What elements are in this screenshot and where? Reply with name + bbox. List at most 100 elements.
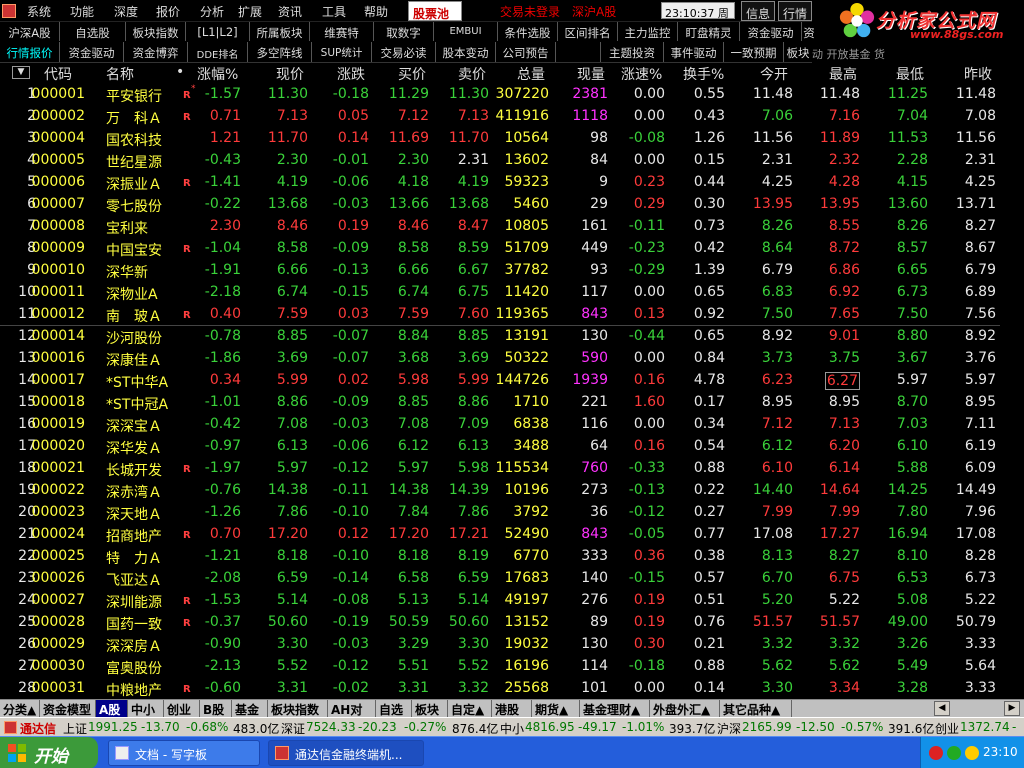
tab-range-rank[interactable]: 区间排名 [558, 22, 618, 41]
tray-volume-icon[interactable] [965, 746, 979, 760]
tab-watchlist[interactable]: 自选股 [60, 22, 126, 41]
stock-pool-tab[interactable]: 股票池22 [408, 1, 462, 36]
menu-help[interactable]: 帮助 [364, 3, 388, 20]
menu-quote[interactable]: 报价 [156, 3, 180, 20]
bottom-tab[interactable]: 自定▲ [448, 700, 492, 717]
col-current-volume[interactable]: 现量 [577, 64, 605, 84]
menu-analysis[interactable]: 分析 [200, 3, 224, 20]
table-row[interactable]: 2万 科Ａ R 000002 0.71 7.13 0.05 7.12 7.13 411916 11… [0, 105, 1024, 127]
tab-quote[interactable]: 行情报价 [0, 42, 60, 62]
table-row[interactable]: 22 特 力Ａ 000025 -1.21 8.18 -0.10 8.18 8.19 6770 33… [0, 545, 1024, 567]
menu-function[interactable]: 功能 [70, 3, 94, 20]
tab-sector-rotation[interactable]: 板块轮 [784, 42, 812, 62]
col-low[interactable]: 最低 [896, 64, 924, 84]
bottom-tab[interactable]: 基金 [232, 700, 268, 717]
bottom-tab[interactable]: 外盘外汇▲ [650, 700, 720, 717]
bottom-tab[interactable]: 基金理财▲ [580, 700, 650, 717]
menu-news[interactable]: 资讯 [278, 3, 302, 20]
table-row[interactable]: 24 深圳能源 R 000027 -1.53 5.14 -0.08 5.13 5.14 49197… [0, 589, 1024, 611]
bottom-tab[interactable]: 分类▲ [0, 700, 40, 717]
tab-fund-game[interactable]: 资金博弈 [124, 42, 188, 62]
col-name[interactable]: 名称 [106, 64, 134, 84]
info-button[interactable]: 信息 [741, 1, 776, 21]
bottom-tab[interactable]: 资金模型▲ [40, 700, 96, 732]
table-row[interactable]: 28 中粮地产 R 000031 -0.60 3.31 -0.02 3.31 3.32 25568… [0, 677, 1024, 699]
table-row[interactable]: 10 深物业A 000011 -2.18 6.74 -0.15 6.74 6.75 11420 1… [0, 281, 1024, 303]
menu-extend[interactable]: 扩展 [238, 3, 262, 20]
tray-network-icon[interactable] [947, 746, 961, 760]
table-row[interactable]: 11 南 玻Ａ R 000012 0.40 7.59 0.03 7.59 7.60 119365 8… [0, 303, 1024, 325]
table-row[interactable]: 25 国药一致 R 000028 -0.37 50.60 -0.19 50.59 50.60 13… [0, 611, 1024, 633]
sort-dropdown-icon[interactable]: ▼ [12, 66, 30, 79]
menu-system[interactable]: 系统 [27, 3, 51, 20]
tab-fund-drive[interactable]: 资金驱动 [740, 22, 802, 41]
bottom-tab[interactable]: 中小 [128, 700, 164, 717]
table-row[interactable]: 13 深康佳Ａ 000016 -1.86 3.69 -0.07 3.68 3.69 50322 5… [0, 347, 1024, 369]
col-change[interactable]: 涨跌 [337, 64, 365, 84]
bottom-tab[interactable]: 自选 [376, 700, 412, 717]
bottom-tab[interactable]: 港股 [492, 700, 532, 717]
menu-tools[interactable]: 工具 [322, 3, 346, 20]
table-row[interactable]: 17 深华发Ａ 000020 -0.97 6.13 -0.06 6.12 6.13 3488 64… [0, 435, 1024, 457]
col-volume[interactable]: 总量 [517, 64, 545, 84]
table-row[interactable]: 8 中国宝安 R 000009 -1.04 8.58 -0.09 8.58 8.59 51709 4… [0, 237, 1024, 259]
task-tdx[interactable]: 通达信金融终端机... [268, 740, 424, 766]
bottom-tab[interactable]: 板块指数 [268, 700, 328, 717]
table-row[interactable]: 3 国农科技 000004 1.21 11.70 0.14 11.69 11.70 10564 9… [0, 127, 1024, 149]
tab-embui[interactable]: EMBUI [434, 22, 498, 41]
tab-equity-change[interactable]: 股本变动 [436, 42, 496, 62]
tab-sector-index[interactable]: 板块指数 [126, 22, 186, 41]
tab-weisaite[interactable]: 维赛特 [310, 22, 374, 41]
vertical-scrollbar[interactable] [1003, 63, 1024, 699]
tab-condition-select[interactable]: 条件选股 [498, 22, 558, 41]
tab-belong-sector[interactable]: 所属板块 [250, 22, 310, 41]
table-row[interactable]: 14 *ST中华A 000017 0.34 5.99 0.02 5.98 5.99 144726… [0, 369, 1024, 391]
tab-watch-elf[interactable]: 盯盘精灵 [678, 22, 740, 41]
table-row[interactable]: 23 飞亚达Ａ 000026 -2.08 6.59 -0.14 6.58 6.59 17683 1… [0, 567, 1024, 589]
bottom-tab[interactable]: 其它品种▲ [720, 700, 792, 717]
tray-clock[interactable]: 23:10 [983, 745, 1018, 759]
table-row[interactable]: 4 世纪星源 000005 -0.43 2.30 -0.01 2.30 2.31 13602 84… [0, 149, 1024, 171]
table-row[interactable]: 7 宝利来 000008 2.30 8.46 0.19 8.46 8.47 10805 161 -0… [0, 215, 1024, 237]
col-prev-close[interactable]: 昨收 [964, 64, 992, 84]
bottom-tab[interactable]: A股 [96, 700, 128, 717]
task-wordpad[interactable]: 文档 - 写字板 [108, 740, 260, 766]
col-turnover[interactable]: 换手% [683, 64, 724, 84]
table-row[interactable]: 21 招商地产 R 000024 0.70 17.20 0.12 17.20 17.21 5249… [0, 523, 1024, 545]
table-row[interactable]: 1 平安银行 R * 000001 -1.57 11.30 -0.18 11.29 11.30 30… [0, 83, 1024, 105]
table-row[interactable]: 12 沙河股份 000014 -0.78 8.85 -0.07 8.84 8.85 13191 1… [0, 325, 1024, 347]
col-code[interactable]: 代码 [44, 64, 72, 84]
col-change-pct[interactable]: 涨幅% [197, 64, 238, 84]
quote-button[interactable]: 行情 [778, 1, 813, 21]
tab-dde-rank[interactable]: DDE排名 [188, 42, 248, 62]
tab-trade-must[interactable]: 交易必读 [372, 42, 436, 62]
tray-antivirus-icon[interactable] [929, 746, 943, 760]
col-open[interactable]: 今开 [760, 64, 788, 84]
col-bid[interactable]: 买价 [398, 64, 426, 84]
table-row[interactable]: 16 深深宝Ａ 000019 -0.42 7.08 -0.03 7.08 7.09 6838 11… [0, 413, 1024, 435]
tab-event-drive[interactable]: 事件驱动 [664, 42, 724, 62]
bottom-tab[interactable]: AH对照 [328, 700, 376, 734]
bottom-tab[interactable]: 期货▲ [532, 700, 580, 717]
col-ask[interactable]: 卖价 [458, 64, 486, 84]
table-row[interactable]: 27 富奥股份 000030 -2.13 5.52 -0.12 5.51 5.52 16196 1… [0, 655, 1024, 677]
table-row[interactable]: 18 长城开发 R 000021 -1.97 5.97 -0.12 5.97 5.98 11553… [0, 457, 1024, 479]
tab-consensus[interactable]: 一致预期 [724, 42, 784, 62]
tab-more[interactable]: 资 [802, 22, 816, 41]
tab-sup-stats[interactable]: SUP统计 [312, 42, 372, 62]
col-speed[interactable]: 涨速% [621, 64, 662, 84]
bottom-tab[interactable]: 创业 [164, 700, 200, 717]
trade-login-status[interactable]: 交易未登录 [500, 3, 560, 20]
col-high[interactable]: 最高 [829, 64, 857, 84]
start-button[interactable]: 开始 [0, 737, 98, 768]
table-row[interactable]: 5 深振业Ａ R 000006 -1.41 4.19 -0.06 4.18 4.19 59323 9… [0, 171, 1024, 193]
tab-long-short[interactable]: 多空阵线 [248, 42, 312, 62]
bottom-tab[interactable]: 板块 [412, 700, 448, 717]
tab-company-notice[interactable]: 公司预告 [496, 42, 556, 62]
table-row[interactable]: 6 零七股份 000007 -0.22 13.68 -0.03 13.66 13.68 5460… [0, 193, 1024, 215]
tab-theme-invest[interactable]: 主题投资 [600, 42, 664, 62]
tab-sh-sz-a[interactable]: 沪深A股 [0, 22, 60, 41]
table-row[interactable]: 20 深天地Ａ 000023 -1.26 7.86 -0.10 7.84 7.86 3792 36… [0, 501, 1024, 523]
col-price[interactable]: 现价 [276, 64, 304, 84]
table-row[interactable]: 15 *ST中冠A 000018 -1.01 8.86 -0.09 8.85 8.86 1710… [0, 391, 1024, 413]
